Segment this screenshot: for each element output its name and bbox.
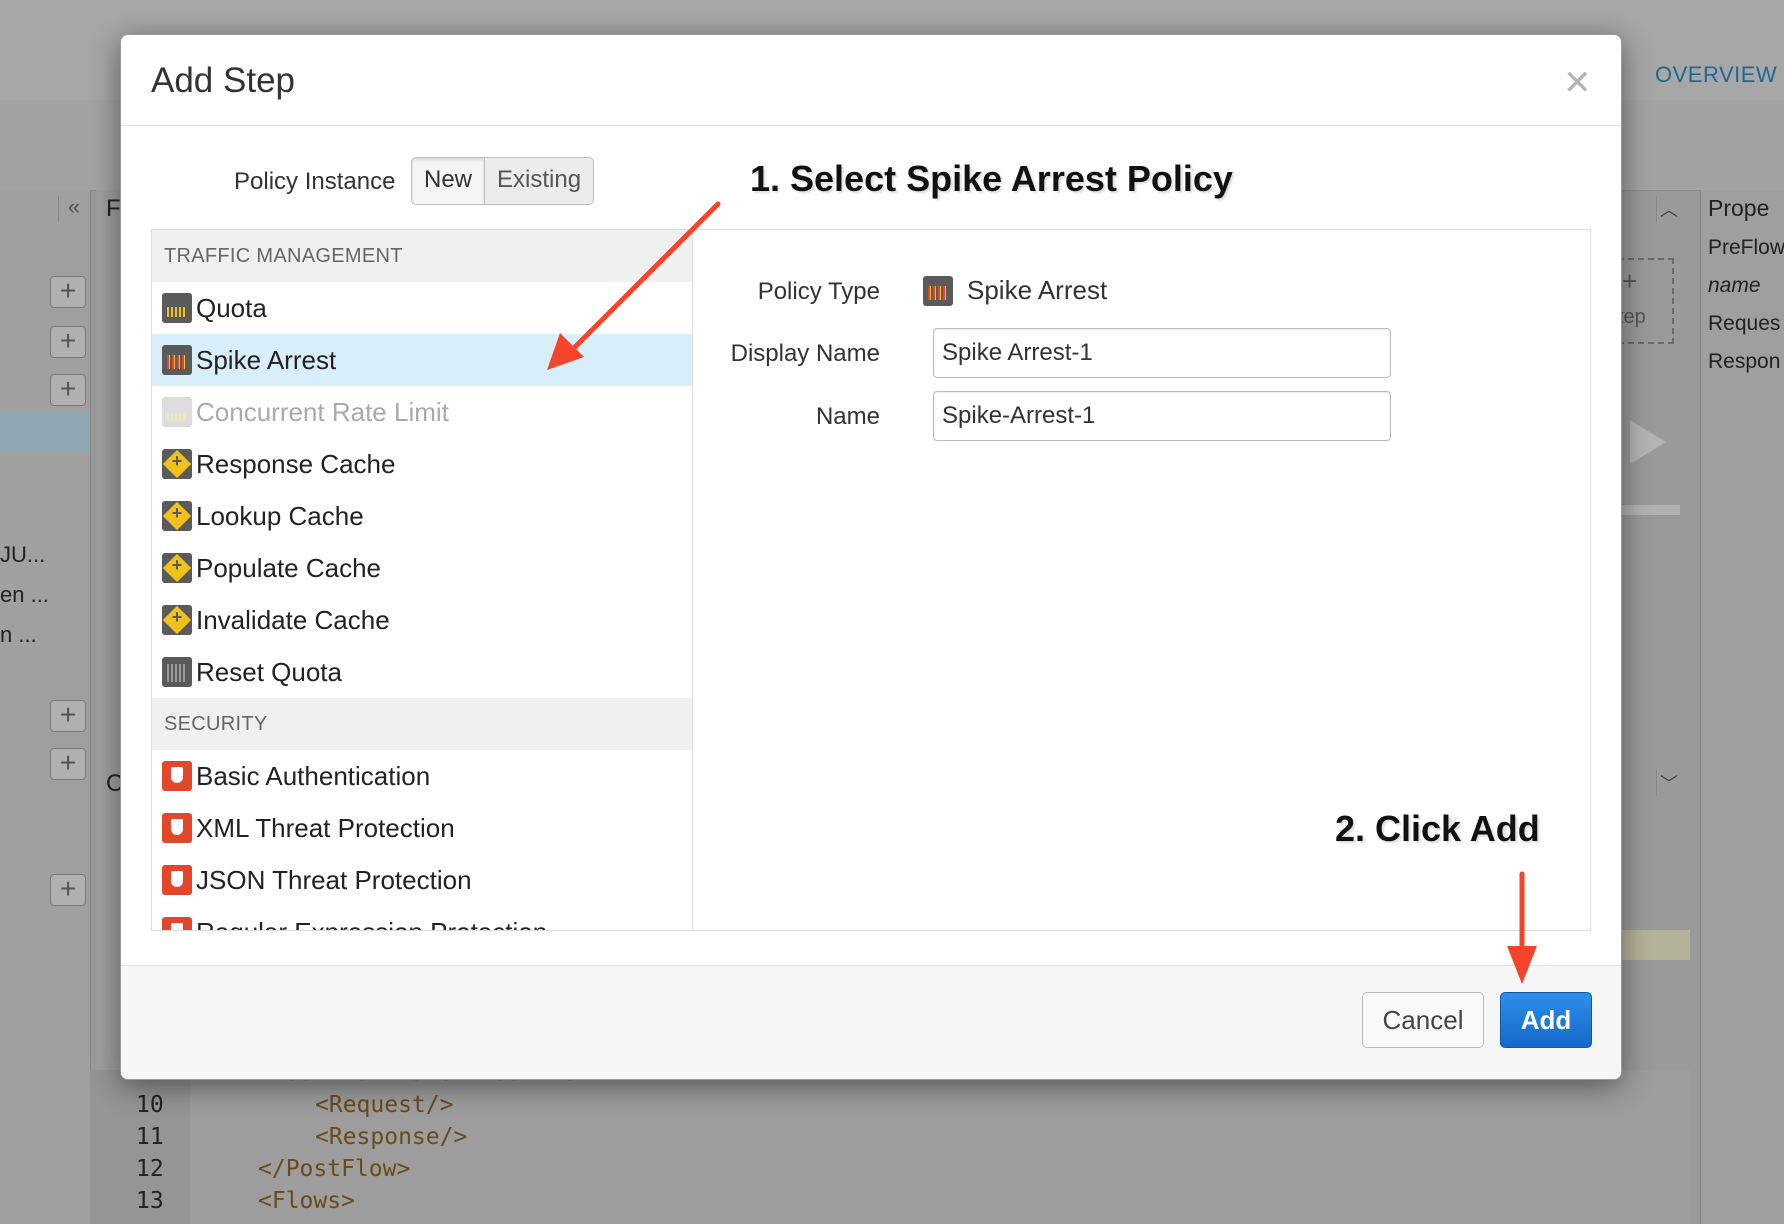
- annotation-arrows: [547, 201, 1537, 984]
- arrow-to-add-button-icon: [1507, 871, 1537, 984]
- arrow-to-spike-arrest-icon: [547, 201, 721, 370]
